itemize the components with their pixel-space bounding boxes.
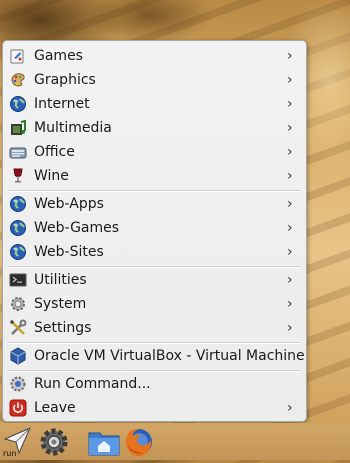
chevron-right-icon: › bbox=[287, 196, 293, 212]
menu-item-label: Graphics bbox=[34, 72, 96, 88]
menu-item-label: Utilities bbox=[34, 272, 87, 288]
menu-item-wine[interactable]: Wine › bbox=[6, 164, 303, 188]
run-label: run bbox=[3, 449, 17, 458]
run-command-icon bbox=[9, 375, 27, 393]
menu-item-label: Web-Apps bbox=[34, 196, 104, 212]
menu-item-games[interactable]: Games › bbox=[6, 44, 303, 68]
graphics-palette-icon bbox=[9, 71, 27, 89]
terminal-icon bbox=[9, 271, 27, 289]
menu-item-system[interactable]: System › bbox=[6, 292, 303, 316]
wine-glass-icon bbox=[9, 167, 27, 185]
menu-item-multimedia[interactable]: Multimedia › bbox=[6, 116, 303, 140]
power-icon bbox=[9, 399, 27, 417]
system-settings-button[interactable] bbox=[37, 425, 71, 459]
menu-item-utilities[interactable]: Utilities › bbox=[6, 268, 303, 292]
menu-item-run-command[interactable]: Run Command... bbox=[6, 372, 303, 396]
run-menu-button[interactable]: run bbox=[0, 425, 34, 459]
menu-item-label: Leave bbox=[34, 400, 76, 416]
chevron-right-icon: › bbox=[287, 96, 293, 112]
menu-item-label: Run Command... bbox=[34, 376, 151, 392]
chevron-right-icon: › bbox=[287, 400, 293, 416]
firefox-button[interactable] bbox=[122, 425, 156, 459]
menu-item-label: Web-Sites bbox=[34, 244, 104, 260]
menu-item-graphics[interactable]: Graphics › bbox=[6, 68, 303, 92]
menu-item-label: Web-Games bbox=[34, 220, 120, 236]
menu-item-label: Wine bbox=[34, 168, 69, 184]
globe-icon bbox=[9, 243, 27, 261]
chevron-right-icon: › bbox=[287, 48, 293, 64]
menu-item-label: Settings bbox=[34, 320, 92, 336]
virtualbox-icon bbox=[9, 347, 27, 365]
menu-item-label: System bbox=[34, 296, 87, 312]
tools-icon bbox=[9, 319, 27, 337]
menu-item-web-games[interactable]: Web-Games › bbox=[6, 216, 303, 240]
menu-item-virtualbox[interactable]: Oracle VM VirtualBox - Virtual Machine bbox=[6, 344, 305, 368]
menu-item-label: Internet bbox=[34, 96, 90, 112]
home-folder-icon bbox=[88, 432, 120, 456]
chevron-right-icon: › bbox=[287, 320, 293, 336]
chevron-right-icon: › bbox=[287, 272, 293, 288]
menu-item-web-sites[interactable]: Web-Sites › bbox=[6, 240, 303, 264]
multimedia-icon bbox=[9, 119, 27, 137]
chevron-right-icon: › bbox=[287, 296, 293, 312]
menu-item-office[interactable]: Office › bbox=[6, 140, 303, 164]
system-gear-icon bbox=[40, 428, 68, 456]
firefox-icon bbox=[126, 428, 152, 456]
chevron-right-icon: › bbox=[287, 244, 293, 260]
globe-icon bbox=[9, 195, 27, 213]
menu-item-label: Office bbox=[34, 144, 75, 160]
menu-item-label: Oracle VM VirtualBox - Virtual Machine bbox=[34, 348, 305, 364]
games-icon bbox=[9, 47, 27, 65]
globe-icon bbox=[9, 219, 27, 237]
chevron-right-icon: › bbox=[287, 144, 293, 160]
menu-item-label: Multimedia bbox=[34, 120, 112, 136]
bottom-panel: run bbox=[0, 423, 350, 460]
menu-item-web-apps[interactable]: Web-Apps › bbox=[6, 192, 303, 216]
office-icon bbox=[9, 143, 27, 161]
gear-icon bbox=[9, 295, 27, 313]
menu-item-leave[interactable]: Leave › bbox=[6, 396, 303, 420]
chevron-right-icon: › bbox=[287, 72, 293, 88]
menu-item-internet[interactable]: Internet › bbox=[6, 92, 303, 116]
globe-icon bbox=[9, 95, 27, 113]
chevron-right-icon: › bbox=[287, 168, 293, 184]
application-menu: Games › Graphics › Internet › Multimedia… bbox=[2, 40, 307, 422]
chevron-right-icon: › bbox=[287, 220, 293, 236]
menu-item-settings[interactable]: Settings › bbox=[6, 316, 303, 340]
chevron-right-icon: › bbox=[287, 120, 293, 136]
menu-item-label: Games bbox=[34, 48, 83, 64]
home-folder-button[interactable] bbox=[87, 425, 121, 459]
